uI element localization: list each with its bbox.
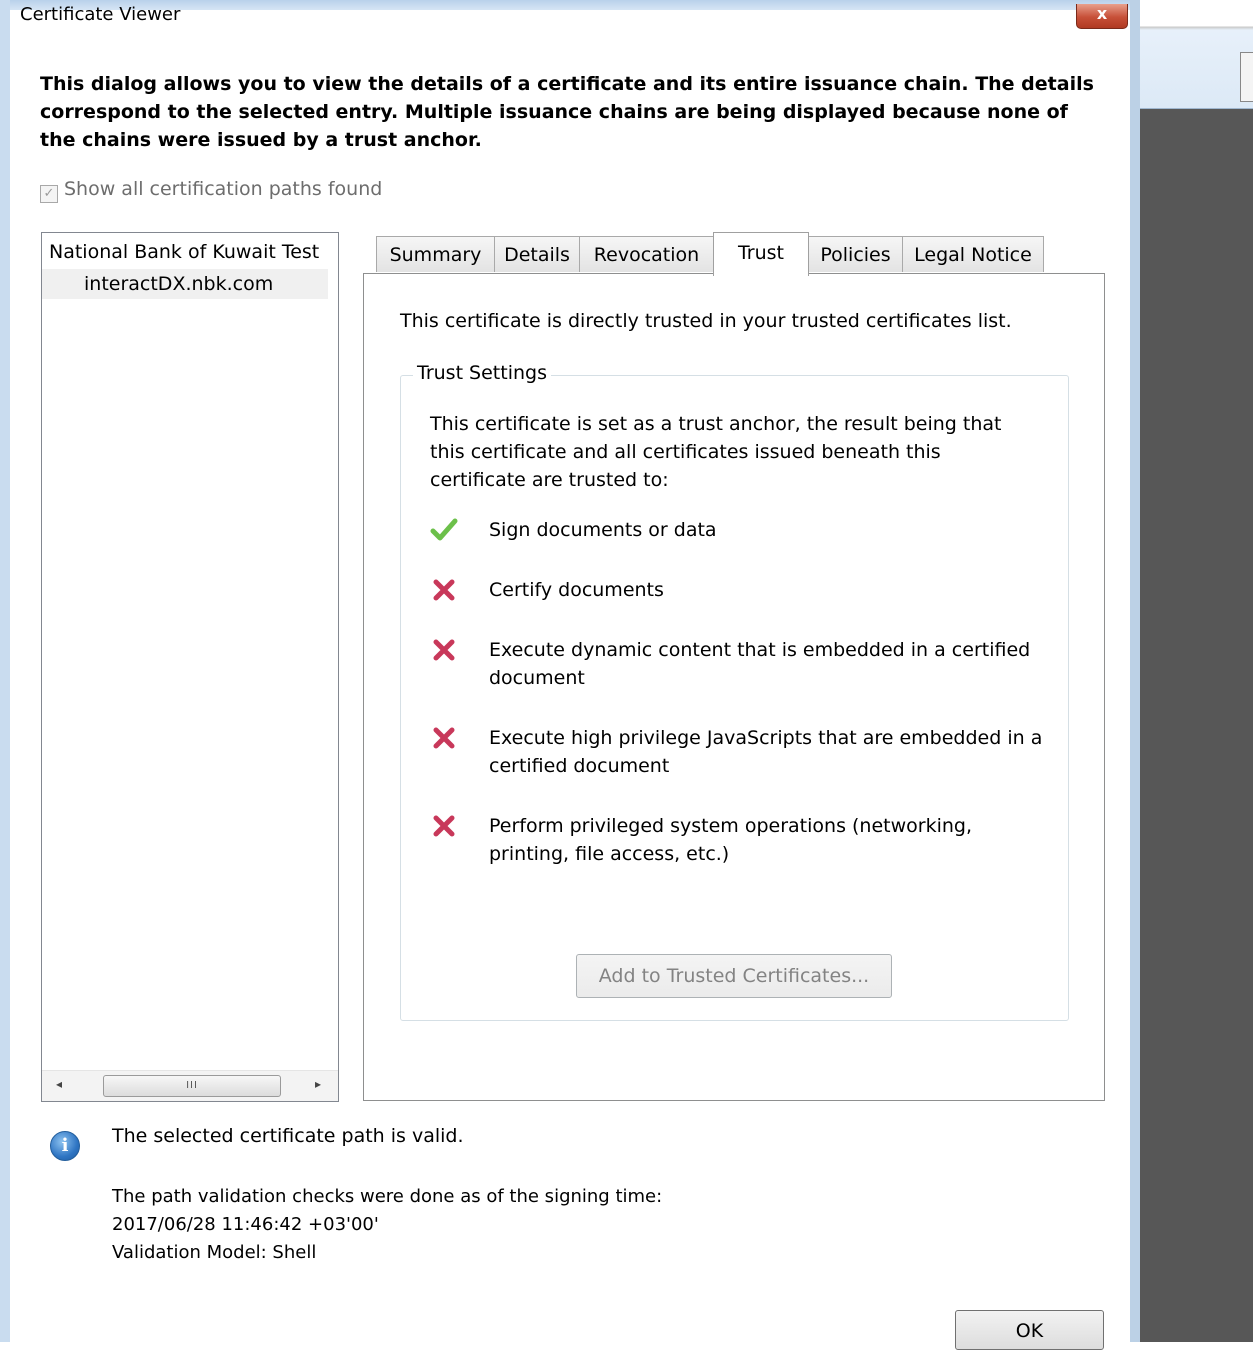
info-icon: i	[50, 1131, 80, 1161]
horizontal-scrollbar[interactable]: ◂ III ▸	[42, 1070, 338, 1101]
permission-text: Execute dynamic content that is embedded…	[489, 639, 1031, 689]
trust-status-text: This certificate is directly trusted in …	[400, 310, 1012, 332]
tab-summary[interactable]: Summary	[376, 236, 495, 272]
toolbar-icon[interactable]	[1240, 52, 1253, 102]
cross-icon	[433, 727, 455, 749]
certificate-viewer-dialog: Certificate Viewer x This dialog allows …	[10, 0, 1130, 1350]
tab-legal-notice[interactable]: Legal Notice	[902, 236, 1044, 272]
tab-trust[interactable]: Trust	[713, 232, 809, 276]
close-button[interactable]: x	[1076, 4, 1128, 29]
tab-policies[interactable]: Policies	[808, 236, 903, 272]
trust-settings-description: This certificate is set as a trust ancho…	[430, 413, 1002, 491]
permission-text: Execute high privilege JavaScripts that …	[489, 727, 1043, 777]
cross-icon	[433, 579, 455, 601]
scroll-right-arrow-icon[interactable]: ▸	[315, 1077, 321, 1091]
background-window-border	[1130, 0, 1140, 1342]
tree-item-root[interactable]: National Bank of Kuwait Test	[49, 237, 319, 267]
trust-settings-title: Trust Settings	[413, 362, 551, 384]
validation-detail-line: 2017/06/28 11:46:42 +03'00'	[112, 1214, 379, 1235]
show-all-paths-row[interactable]: ✓ Show all certification paths found	[40, 178, 382, 203]
intro-text: This dialog allows you to view the detai…	[40, 73, 1094, 151]
show-all-paths-checkbox[interactable]: ✓	[40, 185, 58, 203]
window-left-border	[0, 0, 10, 1342]
certificate-chain-tree[interactable]: National Bank of Kuwait Test interactDX.…	[41, 232, 339, 1102]
background-application-window	[1130, 0, 1253, 1342]
check-icon	[430, 518, 458, 541]
status-message: The selected certificate path is valid.	[112, 1125, 464, 1147]
tab-revocation[interactable]: Revocation	[579, 236, 714, 272]
window-title: Certificate Viewer	[20, 4, 181, 25]
ok-button[interactable]: OK	[955, 1310, 1104, 1350]
cross-icon	[433, 639, 455, 661]
tree-item-selected[interactable]: interactDX.nbk.com	[42, 269, 328, 299]
add-to-trusted-certificates-button[interactable]: Add to Trusted Certificates...	[576, 954, 892, 998]
scroll-thumb[interactable]: III	[103, 1075, 281, 1097]
validation-details: The path validation checks were done as …	[112, 1183, 662, 1267]
trust-tab-panel: This certificate is directly trusted in …	[363, 273, 1105, 1101]
permission-text: Certify documents	[489, 579, 664, 601]
show-all-paths-label: Show all certification paths found	[64, 178, 383, 200]
validation-detail-line: The path validation checks were done as …	[112, 1186, 663, 1207]
permission-text: Perform privileged system operations (ne…	[489, 815, 972, 865]
tab-details[interactable]: Details	[494, 236, 580, 272]
cross-icon	[433, 815, 455, 837]
scroll-left-arrow-icon[interactable]: ◂	[56, 1077, 62, 1091]
trust-settings-group: Trust Settings This certificate is set a…	[400, 362, 1069, 1021]
permission-text: Sign documents or data	[489, 519, 717, 541]
validation-detail-line: Validation Model: Shell	[112, 1242, 317, 1263]
background-window-toolbar	[1140, 0, 1253, 109]
